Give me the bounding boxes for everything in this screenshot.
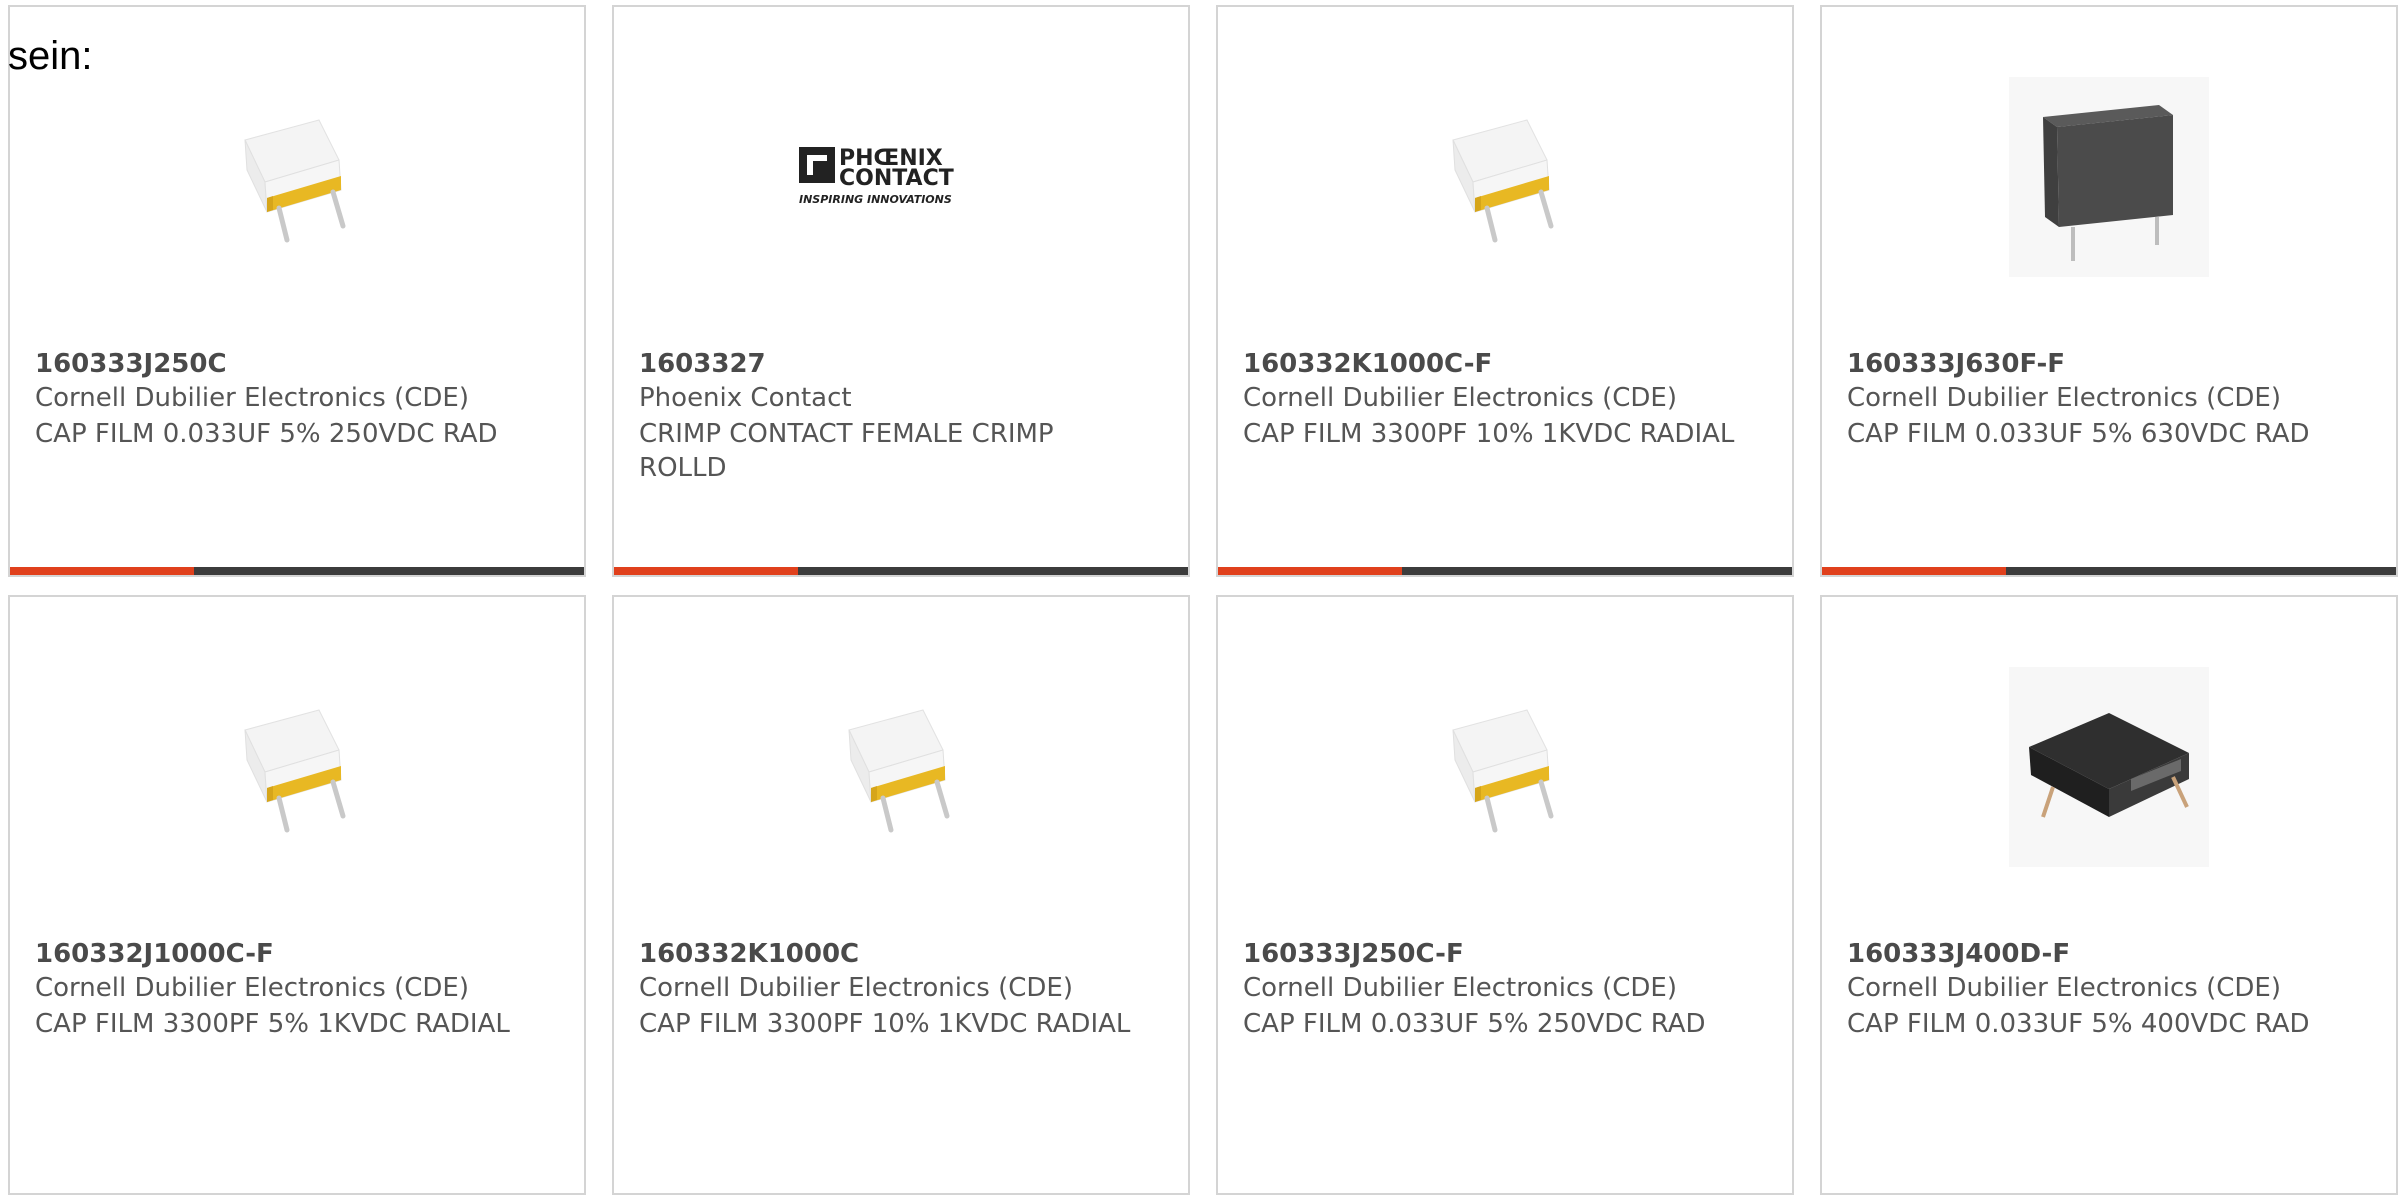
manufacturer-name: Phoenix Contact bbox=[639, 383, 852, 413]
black-box-capacitor-icon bbox=[2009, 77, 2209, 277]
part-number[interactable]: 160332K1000C-F bbox=[1243, 349, 1492, 379]
product-description: CAP FILM 3300PF 5% 1KVDC RADIAL bbox=[35, 1009, 510, 1039]
product-description: CAP FILM 3300PF 10% 1KVDC RADIAL bbox=[1243, 419, 1735, 449]
manufacturer-name: Cornell Dubilier Electronics (CDE) bbox=[35, 383, 469, 413]
product-card[interactable]: 160333J630F-F Cornell Dubilier Electroni… bbox=[1820, 5, 2398, 577]
phoenix-contact-logo-icon: PHŒNIX CONTACT INSPIRING INNOVATIONS bbox=[799, 146, 954, 206]
card-bar bbox=[614, 567, 1188, 575]
product-grid: 160333J250C Cornell Dubilier Electronics… bbox=[8, 5, 2400, 1195]
white-film-capacitor-icon bbox=[1452, 119, 1554, 243]
manufacturer-name: Cornell Dubilier Electronics (CDE) bbox=[1847, 973, 2281, 1003]
card-bar bbox=[1822, 567, 2396, 575]
product-card[interactable]: 160333J250C-F Cornell Dubilier Electroni… bbox=[1216, 595, 1794, 1195]
manufacturer-name: Cornell Dubilier Electronics (CDE) bbox=[1847, 383, 2281, 413]
product-image[interactable] bbox=[614, 657, 1188, 877]
logo-line2: CONTACT bbox=[839, 166, 954, 191]
card-bar bbox=[1218, 567, 1792, 575]
white-film-capacitor-icon bbox=[848, 709, 950, 833]
white-film-capacitor-icon bbox=[1452, 709, 1554, 833]
product-image[interactable] bbox=[1218, 657, 1792, 877]
card-bar-accent bbox=[10, 567, 194, 575]
part-number[interactable]: 160333J630F-F bbox=[1847, 349, 2065, 379]
dark-flat-capacitor-icon bbox=[2009, 667, 2209, 867]
product-image[interactable] bbox=[1822, 657, 2396, 877]
intro-text: sein: bbox=[8, 34, 93, 78]
white-film-capacitor-icon bbox=[244, 119, 346, 243]
white-film-capacitor-icon bbox=[244, 709, 346, 833]
part-number[interactable]: 160332K1000C bbox=[639, 939, 859, 969]
product-image[interactable] bbox=[1218, 67, 1792, 287]
product-card[interactable]: 160333J400D-F Cornell Dubilier Electroni… bbox=[1820, 595, 2398, 1195]
manufacturer-name: Cornell Dubilier Electronics (CDE) bbox=[1243, 973, 1677, 1003]
part-number[interactable]: 160333J250C bbox=[35, 349, 227, 379]
product-description: CRIMP CONTACT FEMALE CRIMP ROLLD bbox=[639, 419, 1054, 483]
product-description: CAP FILM 3300PF 10% 1KVDC RADIAL bbox=[639, 1009, 1131, 1039]
product-card[interactable]: 160333J250C Cornell Dubilier Electronics… bbox=[8, 5, 586, 577]
card-bar-accent bbox=[1218, 567, 1402, 575]
part-number[interactable]: 160333J250C-F bbox=[1243, 939, 1464, 969]
part-number[interactable]: 160332J1000C-F bbox=[35, 939, 274, 969]
manufacturer-name: Cornell Dubilier Electronics (CDE) bbox=[1243, 383, 1677, 413]
product-card[interactable]: 160332J1000C-F Cornell Dubilier Electron… bbox=[8, 595, 586, 1195]
manufacturer-name: Cornell Dubilier Electronics (CDE) bbox=[639, 973, 1073, 1003]
card-bar-accent bbox=[614, 567, 798, 575]
product-card[interactable]: 160332K1000C-F Cornell Dubilier Electron… bbox=[1216, 5, 1794, 577]
product-image[interactable] bbox=[10, 657, 584, 877]
product-description: CAP FILM 0.033UF 5% 250VDC RAD bbox=[1243, 1009, 1706, 1039]
product-card[interactable]: PHŒNIX CONTACT INSPIRING INNOVATIONS 160… bbox=[612, 5, 1190, 577]
product-description: CAP FILM 0.033UF 5% 400VDC RAD bbox=[1847, 1009, 2310, 1039]
card-bar bbox=[10, 567, 584, 575]
part-number[interactable]: 1603327 bbox=[639, 349, 766, 379]
product-image[interactable]: PHŒNIX CONTACT INSPIRING INNOVATIONS bbox=[614, 67, 1188, 287]
logo-tagline: INSPIRING INNOVATIONS bbox=[799, 193, 952, 206]
product-description: CAP FILM 0.033UF 5% 630VDC RAD bbox=[1847, 419, 2310, 449]
card-bar-accent bbox=[1822, 567, 2006, 575]
product-image[interactable] bbox=[10, 67, 584, 287]
product-description: CAP FILM 0.033UF 5% 250VDC RAD bbox=[35, 419, 498, 449]
product-card[interactable]: 160332K1000C Cornell Dubilier Electronic… bbox=[612, 595, 1190, 1195]
part-number[interactable]: 160333J400D-F bbox=[1847, 939, 2070, 969]
manufacturer-name: Cornell Dubilier Electronics (CDE) bbox=[35, 973, 469, 1003]
product-image[interactable] bbox=[1822, 67, 2396, 287]
